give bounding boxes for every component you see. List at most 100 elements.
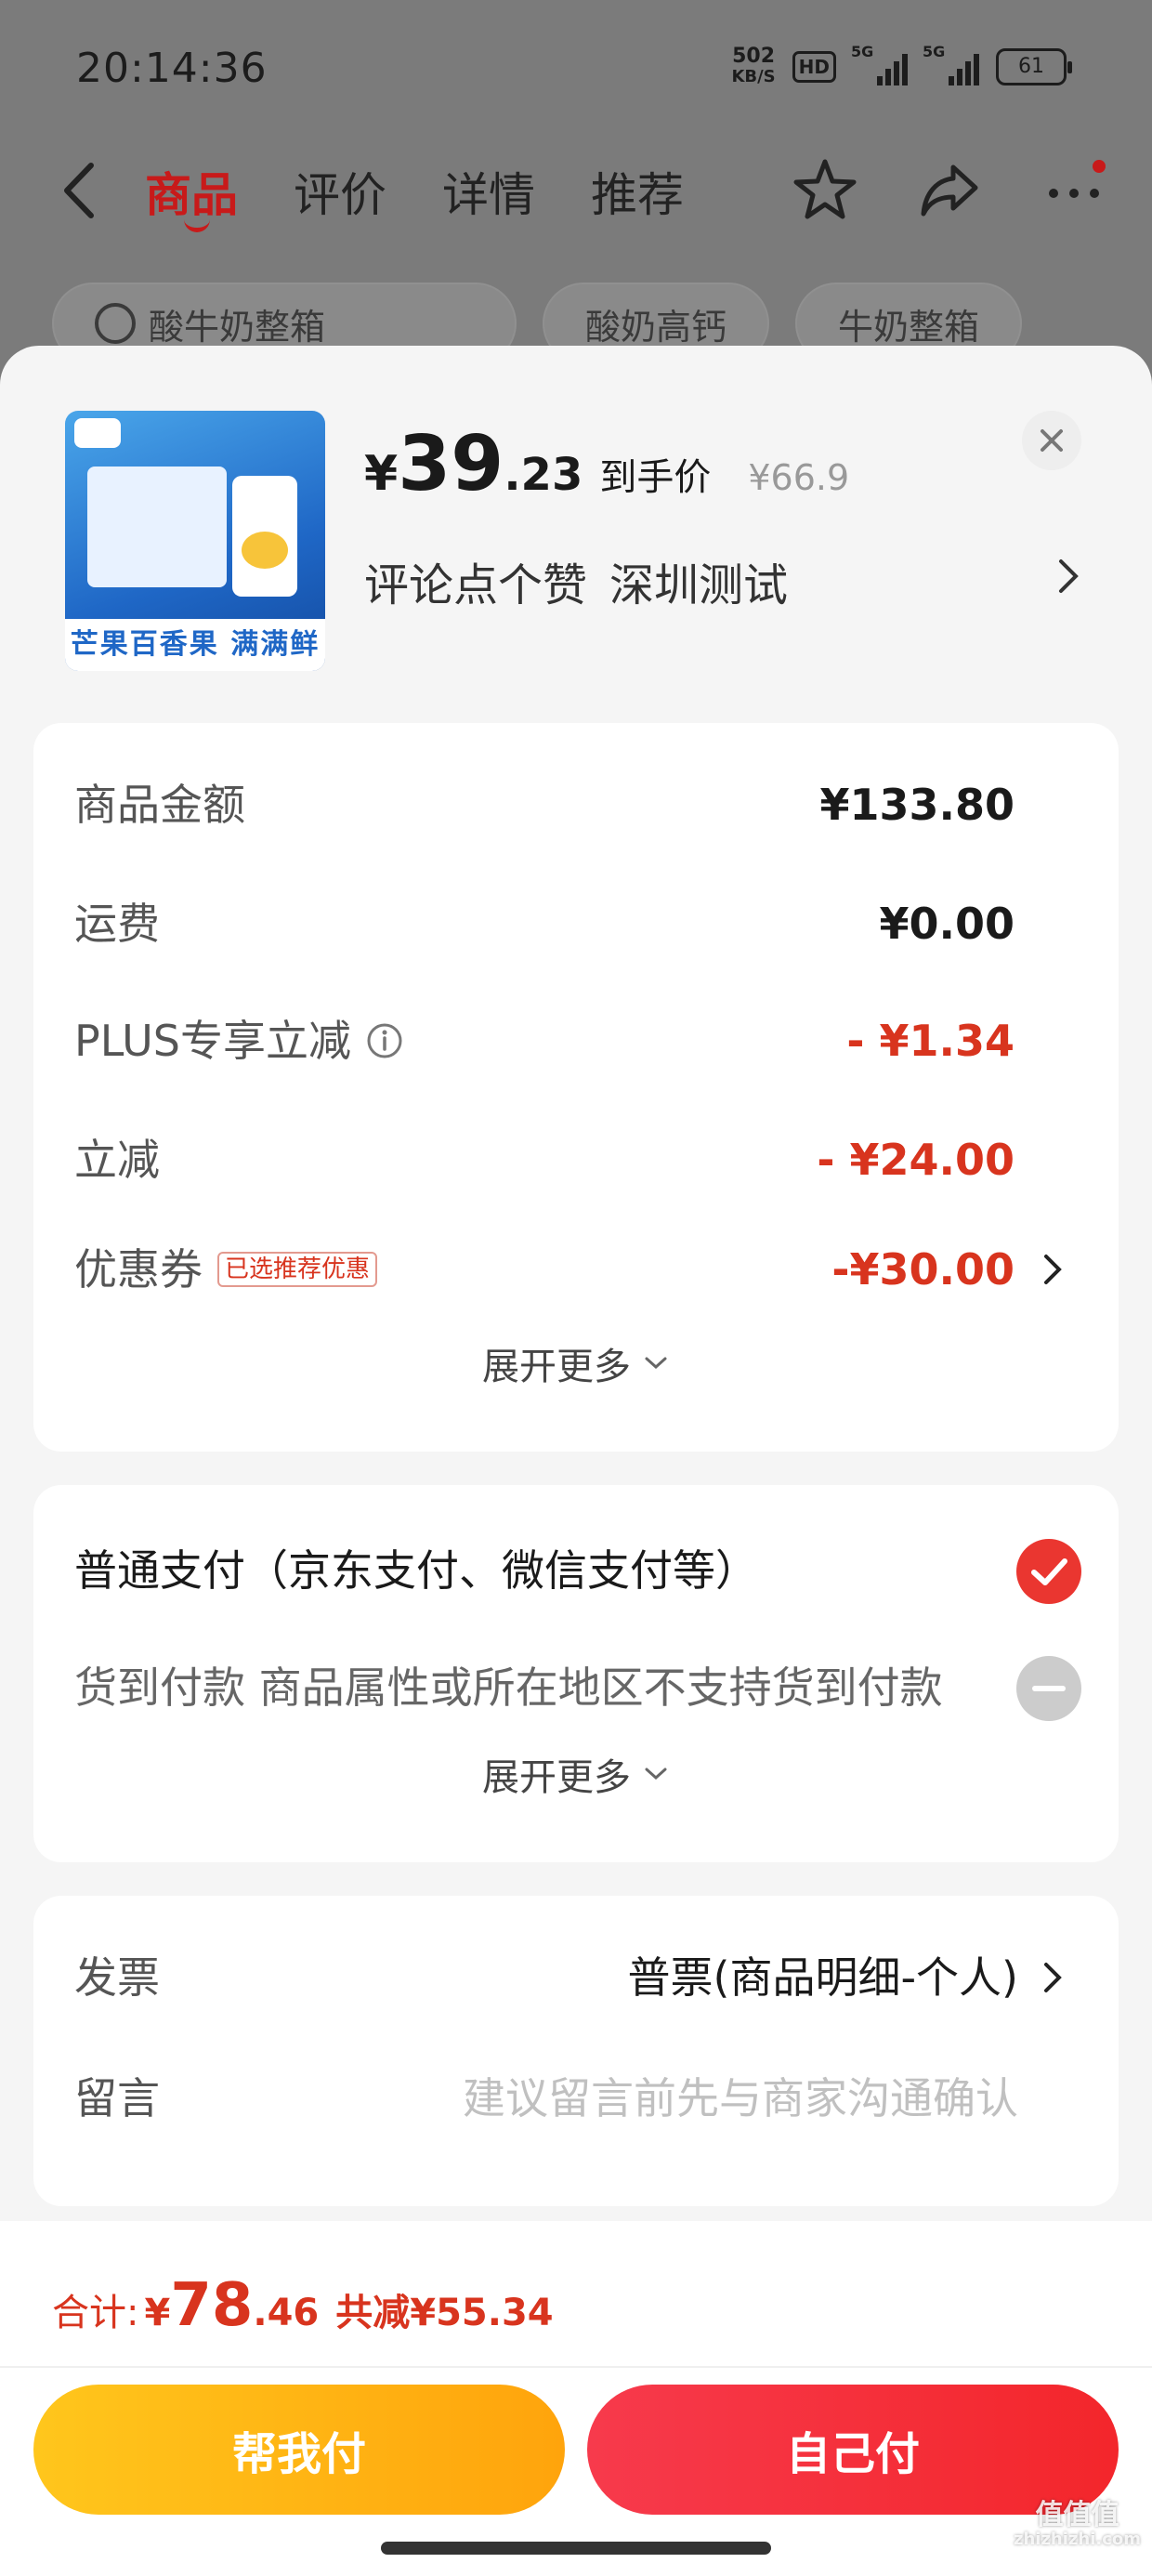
- pay-myself-button[interactable]: 自己付: [587, 2385, 1119, 2515]
- watermark-sub: zhizhizhi.com: [1013, 2530, 1141, 2549]
- final-price: ¥ 39 .23 到手价 ¥66.9: [364, 420, 849, 508]
- payment-label: 普通支付（京东支付、微信支付等）: [74, 1545, 758, 1596]
- total-integer: 78: [170, 2271, 254, 2340]
- location-text: 深圳测试: [609, 559, 789, 611]
- network-speed: 502 KB/S: [731, 46, 775, 87]
- order-total: 合计: ¥ 78 .46 共减¥55.34: [52, 2271, 554, 2340]
- status-icons: 502 KB/S HD 5G 5G 61: [731, 43, 1072, 87]
- row-plus-discount: PLUS专享立减 - ¥1.34: [74, 1004, 1067, 1078]
- search-icon: [95, 303, 136, 344]
- product-box-graphic: [87, 467, 227, 587]
- row-value: ¥133.80: [819, 780, 1015, 830]
- signal-label-2: 5G: [923, 43, 946, 60]
- total-currency: ¥: [144, 2292, 171, 2334]
- chevron-down-icon: [645, 1768, 667, 1781]
- coupon-badge: 已选推荐优惠: [217, 1252, 378, 1287]
- status-time: 20:14:36: [76, 45, 268, 92]
- note-input[interactable]: 建议留言前先与商家沟通确认: [463, 2061, 1018, 2136]
- total-decimal: .46: [253, 2292, 320, 2334]
- row-label: 商品金额: [74, 780, 245, 830]
- expand-more-button[interactable]: 展开更多: [33, 1747, 1119, 1801]
- row-label: 优惠券: [74, 1244, 203, 1295]
- tab-recommend[interactable]: 推荐: [591, 158, 684, 225]
- invoice-row[interactable]: 发票 普票(商品明细-个人): [74, 1940, 1067, 2015]
- signal-label: 5G: [851, 43, 874, 60]
- watermark-logo: 值值值 zhizhizhi.com: [1014, 2500, 1141, 2549]
- battery-icon: 61: [996, 48, 1072, 85]
- product-image-caption: 芒果百香果 满满鲜果: [65, 619, 325, 671]
- price-integer: 39: [398, 420, 504, 508]
- product-subtitle[interactable]: 评论点个赞 深圳测试: [364, 548, 788, 613]
- row-value: -¥30.00: [831, 1244, 1015, 1295]
- payment-label: 货到付款 商品属性或所在地区不支持货到付款: [74, 1663, 943, 1713]
- signal-icon: 5G: [851, 43, 908, 85]
- hd-icon: HD: [792, 51, 836, 83]
- info-icon[interactable]: [366, 1022, 403, 1059]
- checkout-footer: 合计: ¥ 78 .46 共减¥55.34 帮我付 自己付 值值值 zhizhi…: [0, 2221, 1152, 2576]
- invoice-card: 发票 普票(商品明细-个人) 留言 建议留言前先与商家沟通确认: [33, 1896, 1119, 2206]
- row-label-wrap: 优惠券 已选推荐优惠: [74, 1232, 378, 1307]
- row-label-wrap: PLUS专享立减: [74, 1004, 403, 1078]
- row-value: - ¥24.00: [817, 1135, 1015, 1185]
- tab-product[interactable]: 商品: [145, 158, 238, 232]
- total-savings: 共减¥55.34: [335, 2292, 554, 2334]
- divider: [0, 2366, 1152, 2368]
- nav-tabs: 商品 评价 详情 推荐: [145, 158, 684, 232]
- product-image: 芒果百香果 满满鲜果: [65, 411, 325, 671]
- expand-label: 展开更多: [482, 1346, 631, 1388]
- check-icon: [1031, 1558, 1067, 1585]
- note-row[interactable]: 留言 建议留言前先与商家沟通确认: [74, 2061, 1067, 2136]
- price-decimal: .23: [504, 449, 583, 501]
- row-item-amount: 商品金额 ¥133.80: [74, 768, 1067, 842]
- chevron-right-icon: [1044, 1255, 1062, 1284]
- payment-option-normal[interactable]: 普通支付（京东支付、微信支付等）: [74, 1533, 1081, 1608]
- row-label: PLUS专享立减: [74, 1016, 351, 1066]
- row-instant-discount: 立减 - ¥24.00: [74, 1123, 1067, 1197]
- tab-details[interactable]: 详情: [442, 158, 535, 225]
- chevron-right-icon: [1044, 1963, 1062, 1992]
- home-indicator[interactable]: [381, 2542, 771, 2555]
- star-icon[interactable]: [792, 156, 858, 223]
- row-shipping: 运费 ¥0.00: [74, 887, 1067, 961]
- payment-card: 普通支付（京东支付、微信支付等） 货到付款 商品属性或所在地区不支持货到付款 展…: [33, 1485, 1119, 1862]
- radio-selected[interactable]: [1016, 1539, 1081, 1604]
- expand-label: 展开更多: [482, 1756, 631, 1799]
- payment-option-cod: 货到付款 商品属性或所在地区不支持货到付款: [74, 1650, 1081, 1725]
- row-value: ¥0.00: [879, 899, 1015, 949]
- signal-icon-2: 5G: [923, 43, 979, 85]
- notification-dot: [1093, 160, 1106, 173]
- nav-actions: [792, 156, 1107, 223]
- share-icon[interactable]: [916, 156, 983, 223]
- invoice-label: 发票: [74, 1952, 160, 2003]
- note-label: 留言: [74, 2073, 160, 2123]
- net-speed-value: 502: [732, 45, 776, 68]
- row-label: 立减: [74, 1135, 160, 1185]
- close-icon: [1041, 429, 1063, 452]
- expand-more-button[interactable]: 展开更多: [33, 1336, 1119, 1390]
- comment-text: 评论点个赞: [364, 559, 588, 611]
- price-breakdown-card: 商品金额 ¥133.80 运费 ¥0.00 PLUS专享立减 - ¥1.34 立…: [33, 723, 1119, 1452]
- watermark-text: 值值值: [1035, 2499, 1119, 2531]
- more-icon[interactable]: [1041, 156, 1107, 223]
- invoice-value: 普票(商品明细-个人): [627, 1952, 1019, 2003]
- radio-disabled: [1016, 1656, 1081, 1721]
- chevron-right-icon[interactable]: [1054, 552, 1083, 600]
- top-nav: 商品 评价 详情 推荐: [0, 139, 1152, 242]
- back-arrow-icon[interactable]: [58, 160, 104, 221]
- tab-reviews[interactable]: 评价: [294, 158, 386, 225]
- status-bar: 20:14:36 502 KB/S HD 5G 5G 61: [0, 0, 1152, 139]
- minus-icon: [1032, 1686, 1066, 1691]
- mango-graphic: [242, 532, 288, 569]
- brand-logo: [74, 418, 121, 448]
- price-label: 到手价: [599, 456, 712, 499]
- net-speed-unit: KB/S: [731, 67, 776, 86]
- product-header: 芒果百香果 满满鲜果 ¥ 39 .23 到手价 ¥66.9 评论点个赞深圳测试: [0, 346, 1152, 717]
- chevron-down-icon: [645, 1357, 667, 1370]
- row-label: 运费: [74, 899, 160, 949]
- help-me-pay-button[interactable]: 帮我付: [33, 2385, 565, 2515]
- row-coupon[interactable]: 优惠券 已选推荐优惠 -¥30.00: [74, 1232, 1067, 1307]
- row-value: - ¥1.34: [846, 1016, 1015, 1066]
- search-chip-label: 酸牛奶整箱: [149, 306, 326, 348]
- original-price: ¥66.9: [748, 457, 850, 498]
- close-button[interactable]: [1022, 411, 1081, 470]
